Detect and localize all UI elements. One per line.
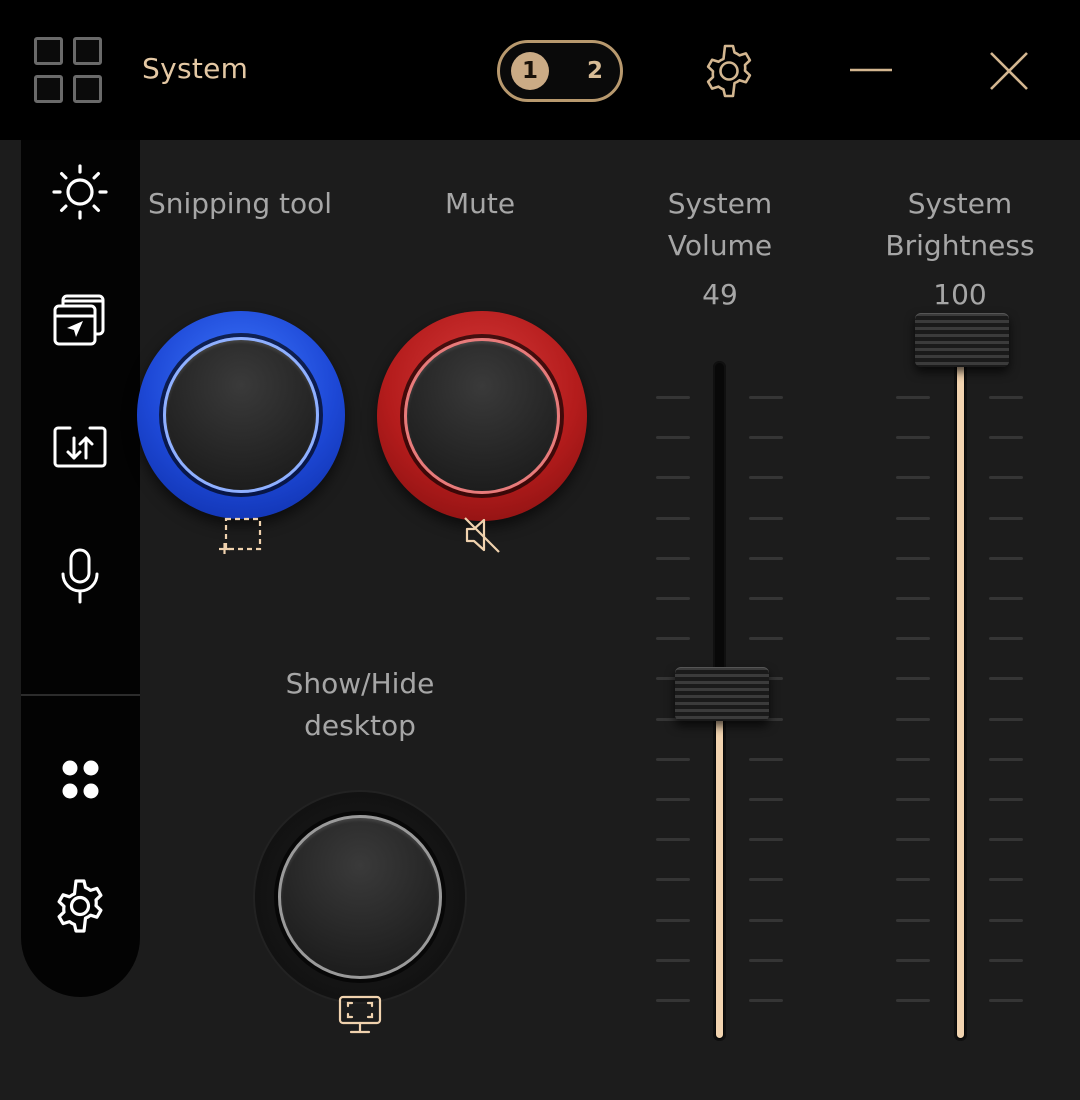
scale-tick xyxy=(656,476,690,480)
scale-tick xyxy=(989,637,1023,641)
scale-tick xyxy=(749,396,783,399)
scale-tick xyxy=(749,999,783,1002)
scale-tick xyxy=(749,436,783,440)
minimize-icon[interactable] xyxy=(848,60,894,80)
scale-tick xyxy=(896,878,930,882)
mute-knob xyxy=(404,338,560,494)
scale-tick xyxy=(989,717,1023,721)
scale-tick xyxy=(749,476,783,480)
window-title: System xyxy=(142,52,249,85)
scale-tick xyxy=(896,677,930,681)
scale-tick xyxy=(656,436,690,440)
scale-tick xyxy=(656,556,690,560)
system-brightness-fill xyxy=(957,340,964,1038)
system-volume-value: 49 xyxy=(702,278,738,311)
scale-tick xyxy=(989,436,1023,440)
gear-icon[interactable] xyxy=(50,876,110,936)
scale-tick xyxy=(896,999,930,1002)
scale-tick xyxy=(896,556,930,560)
screen-transfer-icon[interactable] xyxy=(50,418,110,478)
scale-tick xyxy=(896,637,930,641)
scale-tick xyxy=(896,597,930,600)
system-volume-fill xyxy=(716,694,723,1038)
scale-tick xyxy=(656,757,690,761)
scale-tick xyxy=(656,637,690,641)
show-hide-desktop-button[interactable] xyxy=(253,790,467,1004)
system-volume-thumb[interactable] xyxy=(675,667,769,722)
scale-tick xyxy=(656,918,690,922)
scale-tick xyxy=(749,516,783,520)
show-hide-desktop-label: Show/Hide desktop xyxy=(285,667,435,742)
scale-tick xyxy=(656,798,690,801)
title-bar: System 1 2 xyxy=(0,0,1080,140)
scale-tick xyxy=(989,516,1023,520)
snipping-tool-label: Snipping tool xyxy=(147,187,333,220)
system-brightness-label: System Brightness xyxy=(885,187,1035,262)
scale-tick xyxy=(749,918,783,922)
scale-tick xyxy=(656,878,690,882)
close-icon[interactable] xyxy=(988,50,1030,92)
page-1-button[interactable]: 1 xyxy=(511,52,549,90)
scale-tick xyxy=(896,396,930,399)
snipping-tool-knob xyxy=(163,337,319,493)
mute-label: Mute xyxy=(444,187,516,220)
scale-tick xyxy=(656,999,690,1002)
scale-tick xyxy=(896,476,930,480)
sun-icon[interactable] xyxy=(50,162,110,222)
scale-tick xyxy=(989,476,1023,480)
scale-tick xyxy=(656,396,690,399)
scale-tick xyxy=(896,516,930,520)
scale-tick xyxy=(989,597,1023,600)
sidebar xyxy=(21,140,140,997)
settings-gear-icon[interactable] xyxy=(700,42,758,100)
scale-tick xyxy=(749,798,783,801)
speaker-muted-icon xyxy=(464,517,500,553)
scale-tick xyxy=(749,838,783,842)
scale-tick xyxy=(749,597,783,600)
snipping-selection-icon xyxy=(219,517,262,554)
scale-tick xyxy=(656,838,690,842)
desktop-monitor-icon xyxy=(338,995,382,1034)
scale-tick xyxy=(989,798,1023,801)
scale-tick xyxy=(989,396,1023,399)
sidebar-divider xyxy=(21,694,140,696)
scale-tick xyxy=(989,838,1023,842)
scale-tick xyxy=(989,878,1023,882)
apps-dots-icon[interactable] xyxy=(50,748,110,808)
page-switcher[interactable]: 1 2 xyxy=(497,40,623,102)
system-brightness-track[interactable] xyxy=(954,340,967,1041)
scale-tick xyxy=(896,436,930,440)
scale-tick xyxy=(989,999,1023,1002)
scale-tick xyxy=(896,757,930,761)
scale-tick xyxy=(989,918,1023,922)
system-volume-label: System Volume xyxy=(667,187,773,262)
page-2-button[interactable]: 2 xyxy=(576,52,614,90)
scale-tick xyxy=(656,597,690,600)
scale-tick xyxy=(656,958,690,962)
scale-tick xyxy=(989,757,1023,761)
snipping-tool-button[interactable] xyxy=(137,311,345,519)
scale-tick xyxy=(989,556,1023,560)
system-brightness-value: 100 xyxy=(933,278,987,311)
mute-button[interactable] xyxy=(377,311,587,521)
scale-tick xyxy=(749,958,783,962)
microphone-icon[interactable] xyxy=(50,546,110,606)
scale-tick xyxy=(896,958,930,962)
scale-tick xyxy=(749,556,783,560)
scale-tick xyxy=(656,516,690,520)
window-cursor-icon[interactable] xyxy=(50,290,110,350)
system-brightness-thumb[interactable] xyxy=(915,313,1009,367)
scale-tick xyxy=(896,798,930,801)
scale-tick xyxy=(749,878,783,882)
scale-tick xyxy=(749,637,783,641)
scale-tick xyxy=(989,677,1023,681)
show-hide-desktop-knob xyxy=(278,815,442,979)
scale-tick xyxy=(896,717,930,721)
scale-tick xyxy=(989,958,1023,962)
app-grid-icon[interactable] xyxy=(34,37,102,103)
scale-tick xyxy=(896,918,930,922)
scale-tick xyxy=(749,757,783,761)
scale-tick xyxy=(896,838,930,842)
